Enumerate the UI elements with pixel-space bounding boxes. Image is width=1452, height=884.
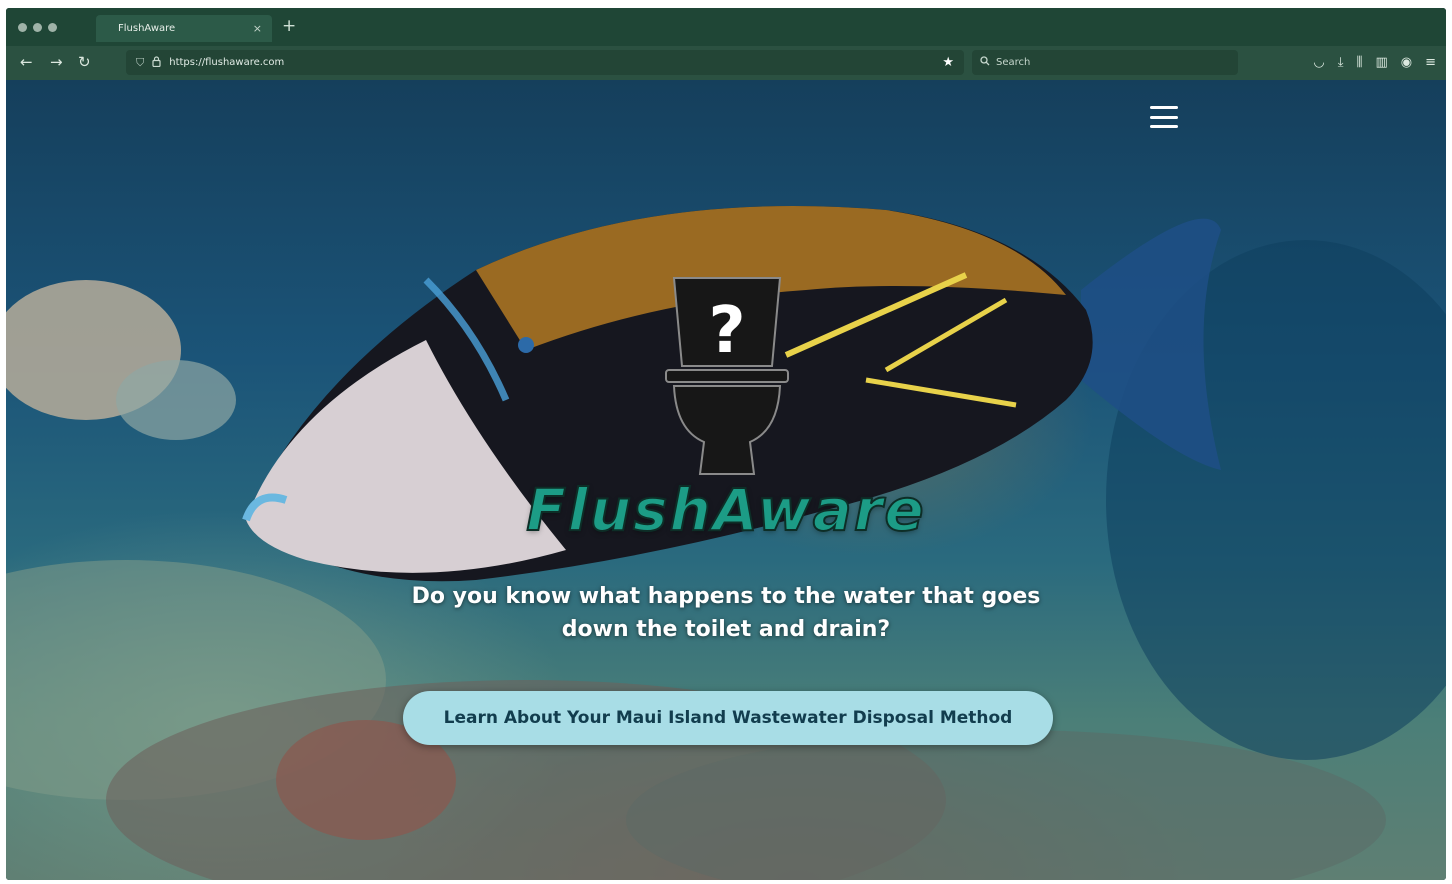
maximize-window-dot-icon[interactable]: [48, 23, 57, 32]
search-icon: [980, 56, 990, 69]
pocket-icon[interactable]: ◡: [1313, 54, 1324, 71]
bookmark-star-icon[interactable]: ★: [942, 55, 954, 70]
hamburger-menu-icon[interactable]: [1150, 106, 1178, 128]
address-bar[interactable]: ⛉ https://flushaware.com ★: [126, 50, 964, 75]
tab-flushaware[interactable]: FlushAware ×: [96, 15, 272, 42]
sidebar-icon[interactable]: ▥: [1375, 54, 1387, 71]
headline-line-2: down the toilet and drain?: [561, 617, 891, 642]
shield-icon[interactable]: ⛉: [136, 56, 144, 70]
tab-title: FlushAware: [118, 23, 176, 34]
search-input[interactable]: [996, 57, 1216, 68]
logo-question-mark: ?: [708, 294, 745, 368]
tab-close-icon[interactable]: ×: [253, 22, 262, 35]
search-box[interactable]: [972, 50, 1238, 75]
toolbar-icons: ◡ ⤓ ⫼ ▥ ◉ ≡: [1313, 54, 1436, 71]
account-icon[interactable]: ◉: [1401, 54, 1412, 71]
new-tab-icon[interactable]: +: [282, 18, 296, 35]
url-text: https://flushaware.com: [169, 57, 285, 68]
window-controls: [18, 23, 57, 32]
navigation-bar: ← → ↻ ⛉ https://flushaware.com ★ ◡ ⤓ ⫼ ▥…: [6, 46, 1446, 80]
forward-arrow-icon[interactable]: →: [50, 54, 63, 71]
hero-headline: Do you know what happens to the water th…: [326, 580, 1126, 646]
library-icon[interactable]: ⫼: [1356, 54, 1362, 71]
learn-disposal-method-button[interactable]: Learn About Your Maui Island Wastewater …: [403, 691, 1053, 745]
browser-window: FlushAware × + ← → ↻ ⛉ https://flushawar…: [6, 8, 1446, 880]
back-arrow-icon[interactable]: ←: [20, 54, 33, 71]
download-icon[interactable]: ⤓: [1338, 54, 1344, 71]
toilet-question-logo-icon: ?: [665, 277, 789, 475]
reload-icon[interactable]: ↻: [78, 54, 91, 71]
app-menu-icon[interactable]: ≡: [1425, 54, 1436, 71]
tab-strip: FlushAware × +: [6, 8, 1446, 46]
minimize-window-dot-icon[interactable]: [33, 23, 42, 32]
headline-line-1: Do you know what happens to the water th…: [411, 584, 1041, 609]
lock-icon[interactable]: [152, 55, 161, 70]
page-viewport: ? FlushAware Do you know what happens to…: [6, 80, 1446, 880]
close-window-dot-icon[interactable]: [18, 23, 27, 32]
brand-wordmark: FlushAware: [525, 475, 926, 545]
